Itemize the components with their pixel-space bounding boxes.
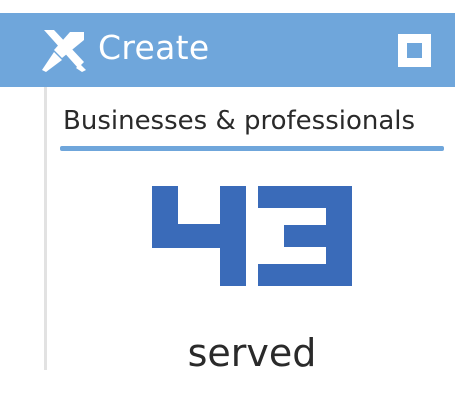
tools-icon bbox=[42, 30, 86, 72]
stat-value-digits bbox=[152, 186, 352, 286]
create-widget: Create Businesses & professionals served bbox=[0, 0, 455, 399]
digit-three bbox=[258, 186, 352, 286]
widget-title: Create bbox=[98, 28, 210, 67]
section-underline bbox=[60, 146, 444, 151]
widget-header: Create bbox=[0, 13, 455, 87]
section-title: Businesses & professionals bbox=[63, 106, 416, 136]
digit-four bbox=[152, 186, 246, 286]
stat-label: served bbox=[187, 331, 317, 375]
stat-value bbox=[60, 186, 444, 286]
maximize-button[interactable] bbox=[398, 34, 431, 67]
left-rule bbox=[44, 87, 47, 370]
